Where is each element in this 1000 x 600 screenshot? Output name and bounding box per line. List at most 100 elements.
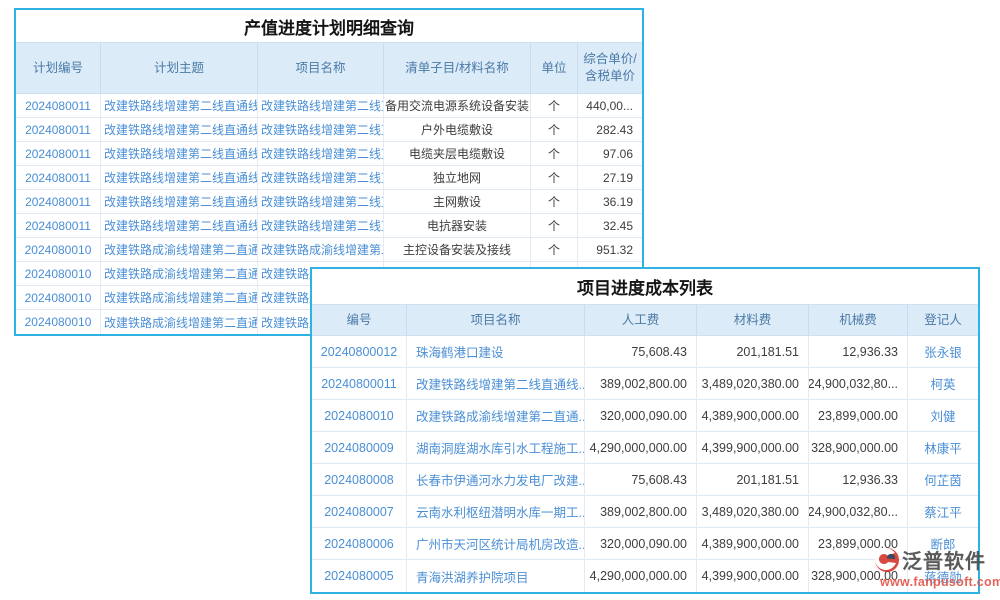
registrant-cell: 刘健: [908, 400, 978, 431]
table-row[interactable]: 2024080011 改建铁路线增建第二线直通线 改建铁路线增建第二线直通线 备…: [16, 94, 642, 118]
project-name-link[interactable]: 珠海鹤港口建设: [407, 336, 585, 367]
registrant-cell: 林康平: [908, 432, 978, 463]
table-row[interactable]: 2024080010 改建铁路成渝线增建第二直通... 320,000,090.…: [312, 400, 978, 432]
material-cost-cell: 3,489,020,380.00: [697, 368, 809, 399]
table1-title: 产值进度计划明细查询: [16, 10, 642, 42]
fanpu-logo-icon: [874, 547, 900, 573]
labor-cost-cell: 320,000,090.00: [585, 528, 697, 559]
cost-id-link[interactable]: 2024080010: [312, 400, 407, 431]
labor-cost-cell: 389,002,800.00: [585, 496, 697, 527]
fanpu-url-text[interactable]: www.fanpusoft.com: [880, 575, 996, 589]
plan-id-link[interactable]: 2024080010: [16, 310, 101, 334]
table2-header-project-name: 项目名称: [407, 305, 585, 335]
unit-cell: 个: [531, 142, 578, 165]
fanpu-brand-text: 泛普软件: [902, 545, 986, 574]
registrant-cell: 张永银: [908, 336, 978, 367]
unit-cell: 个: [531, 94, 578, 117]
unit-price-cell: 440,00...: [578, 94, 642, 117]
table-row[interactable]: 2024080010 改建铁路成渝线增建第二直通 改建铁路成渝线增建第二直通 主…: [16, 238, 642, 262]
table2-header-material-cost: 材料费: [697, 305, 809, 335]
machine-cost-cell: 24,900,032,80...: [809, 368, 908, 399]
material-name-cell: 主控设备安装及接线: [384, 238, 531, 261]
table-row[interactable]: 2024080011 改建铁路线增建第二线直通线 改建铁路线增建第二线直通线 独…: [16, 166, 642, 190]
unit-cell: 个: [531, 238, 578, 261]
project-name-link[interactable]: 长春市伊通河水力发电厂改建...: [407, 464, 585, 495]
plan-subject-link[interactable]: 改建铁路线增建第二线直通线: [101, 118, 258, 141]
plan-id-link[interactable]: 2024080011: [16, 142, 101, 165]
table-row[interactable]: 20240800011 改建铁路线增建第二线直通线... 389,002,800…: [312, 368, 978, 400]
material-cost-cell: 201,181.51: [697, 336, 809, 367]
labor-cost-cell: 75,608.43: [585, 336, 697, 367]
table-row[interactable]: 2024080011 改建铁路线增建第二线直通线 改建铁路线增建第二线直通线 户…: [16, 118, 642, 142]
plan-subject-link[interactable]: 改建铁路线增建第二线直通线: [101, 214, 258, 237]
cost-id-link[interactable]: 2024080005: [312, 560, 407, 592]
material-cost-cell: 4,389,900,000.00: [697, 528, 809, 559]
plan-subject-link[interactable]: 改建铁路线增建第二线直通线: [101, 142, 258, 165]
table-row[interactable]: 20240800012 珠海鹤港口建设 75,608.43 201,181.51…: [312, 336, 978, 368]
project-name-link[interactable]: 改建铁路线增建第二线直通线...: [407, 368, 585, 399]
labor-cost-cell: 4,290,000,000.00: [585, 560, 697, 592]
plan-subject-link[interactable]: 改建铁路成渝线增建第二直通: [101, 238, 258, 261]
table-row[interactable]: 2024080011 改建铁路线增建第二线直通线 改建铁路线增建第二线直通线 主…: [16, 190, 642, 214]
machine-cost-cell: 328,900,000.00: [809, 432, 908, 463]
unit-cell: 个: [531, 166, 578, 189]
plan-subject-link[interactable]: 改建铁路成渝线增建第二直通: [101, 286, 258, 309]
plan-id-link[interactable]: 2024080011: [16, 214, 101, 237]
plan-id-link[interactable]: 2024080010: [16, 262, 101, 285]
project-name-link[interactable]: 改建铁路成渝线增建第二直通: [258, 238, 384, 261]
cost-id-link[interactable]: 2024080007: [312, 496, 407, 527]
project-name-link[interactable]: 改建铁路线增建第二线直通线: [258, 94, 384, 117]
cost-id-link[interactable]: 20240800011: [312, 368, 407, 399]
unit-price-cell: 36.19: [578, 190, 642, 213]
table1-header-unit-price: 综合单价/含税单价: [578, 43, 642, 93]
unit-price-cell: 32.45: [578, 214, 642, 237]
cost-id-link[interactable]: 20240800012: [312, 336, 407, 367]
plan-subject-link[interactable]: 改建铁路成渝线增建第二直通: [101, 310, 258, 334]
labor-cost-cell: 389,002,800.00: [585, 368, 697, 399]
plan-id-link[interactable]: 2024080010: [16, 286, 101, 309]
project-name-link[interactable]: 云南水利枢纽潜明水库一期工...: [407, 496, 585, 527]
project-name-link[interactable]: 改建铁路成渝线增建第二直通...: [407, 400, 585, 431]
project-name-link[interactable]: 改建铁路线增建第二线直通线: [258, 118, 384, 141]
material-name-cell: 户外电缆敷设: [384, 118, 531, 141]
table2-title: 项目进度成本列表: [312, 269, 978, 304]
material-name-cell: 独立地网: [384, 166, 531, 189]
table-row[interactable]: 2024080009 湖南洞庭湖水库引水工程施工... 4,290,000,00…: [312, 432, 978, 464]
material-cost-cell: 4,399,900,000.00: [697, 432, 809, 463]
project-name-link[interactable]: 改建铁路线增建第二线直通线: [258, 190, 384, 213]
table2-header-row: 编号 项目名称 人工费 材料费 机械费 登记人: [312, 304, 978, 336]
cost-id-link[interactable]: 2024080008: [312, 464, 407, 495]
plan-id-link[interactable]: 2024080011: [16, 94, 101, 117]
plan-id-link[interactable]: 2024080011: [16, 118, 101, 141]
plan-id-link[interactable]: 2024080011: [16, 190, 101, 213]
table-row[interactable]: 2024080008 长春市伊通河水力发电厂改建... 75,608.43 20…: [312, 464, 978, 496]
cost-id-link[interactable]: 2024080009: [312, 432, 407, 463]
table-row[interactable]: 2024080011 改建铁路线增建第二线直通线 改建铁路线增建第二线直通线 电…: [16, 142, 642, 166]
project-name-link[interactable]: 改建铁路线增建第二线直通线: [258, 142, 384, 165]
cost-id-link[interactable]: 2024080006: [312, 528, 407, 559]
project-name-link[interactable]: 湖南洞庭湖水库引水工程施工...: [407, 432, 585, 463]
unit-price-cell: 951.32: [578, 238, 642, 261]
table1-header-plan-subject: 计划主题: [101, 43, 258, 93]
table-row[interactable]: 2024080011 改建铁路线增建第二线直通线 改建铁路线增建第二线直通线 电…: [16, 214, 642, 238]
material-name-cell: 电缆夹层电缆敷设: [384, 142, 531, 165]
project-name-link[interactable]: 广州市天河区统计局机房改造...: [407, 528, 585, 559]
project-name-link[interactable]: 改建铁路线增建第二线直通线: [258, 166, 384, 189]
material-cost-cell: 201,181.51: [697, 464, 809, 495]
plan-subject-link[interactable]: 改建铁路线增建第二线直通线: [101, 190, 258, 213]
table1-header-plan-id: 计划编号: [16, 43, 101, 93]
project-name-link[interactable]: 青海洪湖养护院项目: [407, 560, 585, 592]
plan-id-link[interactable]: 2024080011: [16, 166, 101, 189]
registrant-cell: 柯英: [908, 368, 978, 399]
table2-header-registrant: 登记人: [908, 305, 978, 335]
plan-id-link[interactable]: 2024080010: [16, 238, 101, 261]
registrant-cell: 何芷茵: [908, 464, 978, 495]
plan-subject-link[interactable]: 改建铁路成渝线增建第二直通: [101, 262, 258, 285]
material-name-cell: 主网敷设: [384, 190, 531, 213]
plan-subject-link[interactable]: 改建铁路线增建第二线直通线: [101, 166, 258, 189]
machine-cost-cell: 12,936.33: [809, 464, 908, 495]
unit-price-cell: 97.06: [578, 142, 642, 165]
project-name-link[interactable]: 改建铁路线增建第二线直通线: [258, 214, 384, 237]
plan-subject-link[interactable]: 改建铁路线增建第二线直通线: [101, 94, 258, 117]
table-row[interactable]: 2024080007 云南水利枢纽潜明水库一期工... 389,002,800.…: [312, 496, 978, 528]
